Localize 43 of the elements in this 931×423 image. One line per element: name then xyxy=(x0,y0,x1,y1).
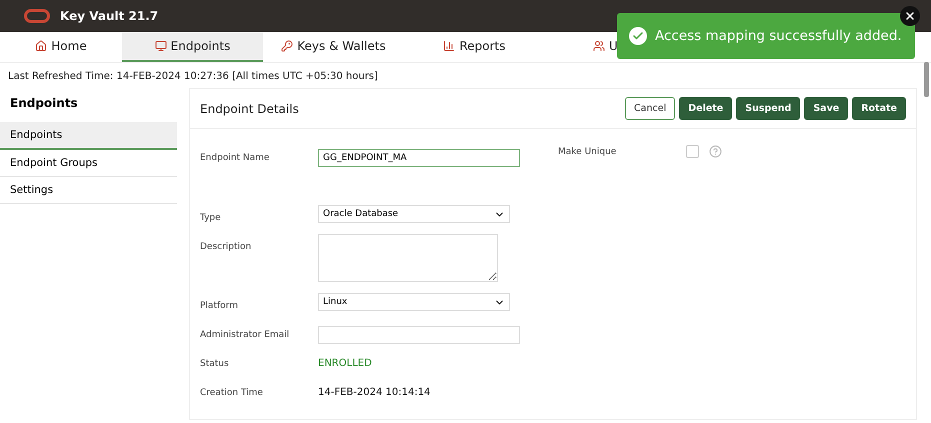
close-icon xyxy=(904,10,916,22)
nav-tab[interactable]: Reports xyxy=(404,32,545,62)
key-icon xyxy=(281,40,294,52)
action-button[interactable]: Rotate xyxy=(852,97,906,120)
text-field[interactable] xyxy=(318,326,520,344)
product-name: Key Vault 21.7 xyxy=(60,9,158,23)
action-button[interactable]: Delete xyxy=(679,97,732,120)
status-value: ENROLLED xyxy=(318,358,372,369)
action-button[interactable]: Save xyxy=(804,97,848,120)
action-button[interactable]: Cancel xyxy=(625,97,676,120)
text-field[interactable]: GG_ENDPOINT_MA xyxy=(318,149,520,167)
action-button[interactable]: Suspend xyxy=(736,97,800,120)
nav-tab[interactable]: Home xyxy=(0,32,122,62)
field-label: Endpoint Name xyxy=(200,152,270,163)
dropdown[interactable]: Oracle Database xyxy=(318,205,510,223)
refresh-time: Last Refreshed Time: 14-FEB-2024 10:27:36 [All times UTC +05:30 hours] xyxy=(7,70,379,84)
success-toast: Access mapping successfully added. xyxy=(617,13,915,59)
text-area[interactable] xyxy=(318,234,498,282)
nav-tab[interactable]: Endpoints xyxy=(122,32,263,62)
check-icon xyxy=(629,27,647,45)
field-label: Type xyxy=(200,212,221,223)
field-label: Make Unique xyxy=(558,146,616,156)
home-icon xyxy=(35,40,48,52)
sidebar-title: Endpoints xyxy=(9,95,79,112)
field-label: Platform xyxy=(200,300,238,311)
monitor-icon xyxy=(154,40,167,52)
scrollbar[interactable] xyxy=(924,62,929,97)
help-icon[interactable] xyxy=(709,145,722,158)
sidebar-item[interactable]: Endpoint Groups xyxy=(0,150,177,177)
users-icon xyxy=(593,40,605,52)
sidebar-item[interactable]: Endpoints xyxy=(0,122,177,150)
field-value: 14-FEB-2024 10:14:14 xyxy=(318,387,430,398)
field-label: Status xyxy=(200,358,229,369)
panel-title: Endpoint Details xyxy=(200,102,299,116)
bar-chart-icon xyxy=(443,40,456,52)
sidebar-item[interactable]: Settings xyxy=(0,177,177,204)
make-unique-checkbox[interactable] xyxy=(686,145,700,158)
logo-icon xyxy=(24,9,50,23)
nav-tab[interactable]: Keys & Wallets xyxy=(263,32,404,62)
field-label: Creation Time xyxy=(200,387,263,398)
field-label: Description xyxy=(200,241,252,252)
field-label: Administrator Email xyxy=(200,329,290,340)
dropdown[interactable]: Linux xyxy=(318,293,510,311)
